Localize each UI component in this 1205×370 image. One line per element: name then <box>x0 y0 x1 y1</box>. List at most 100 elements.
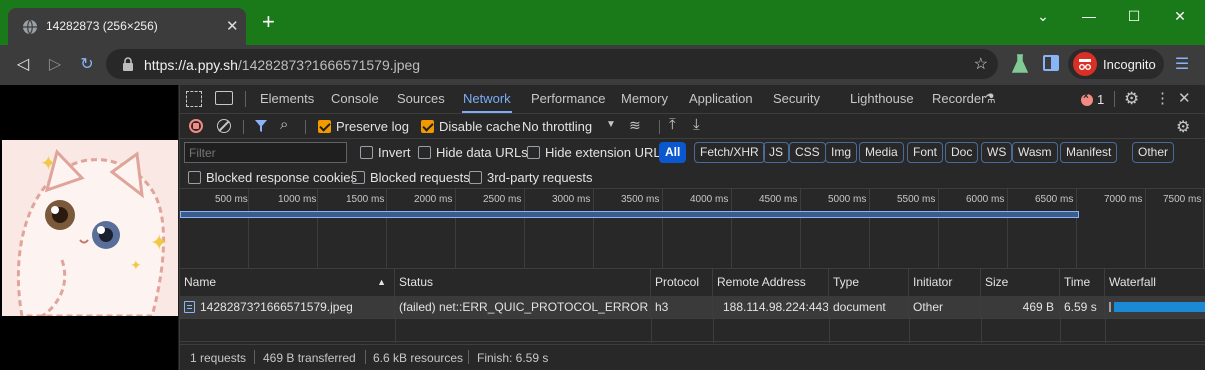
new-tab-icon[interactable]: + <box>262 10 275 34</box>
column-header-remote-address[interactable]: Remote Address <box>713 269 829 296</box>
type-filter-manifest[interactable]: Manifest <box>1060 142 1118 163</box>
type-filter-wasm[interactable]: Wasm <box>1012 142 1058 163</box>
more-options-icon[interactable]: ⋮ <box>1155 89 1170 107</box>
timeline-gridline <box>938 189 939 269</box>
export-har-icon[interactable]: ⤓ <box>693 116 700 133</box>
column-header-name[interactable]: Name ▲ <box>180 269 395 296</box>
tab-search-icon[interactable]: ⌄ <box>1033 8 1053 25</box>
type-filter-doc[interactable]: Doc <box>945 142 979 163</box>
preserve-log-label: Preserve log <box>336 119 409 134</box>
browser-tab[interactable]: 14282873 (256×256) ✕ <box>8 8 246 45</box>
request-remote-address: 188.114.98.224:443 <box>713 296 829 318</box>
type-filter-media[interactable]: Media <box>859 142 904 163</box>
request-name-cell[interactable]: 14282873?1666571579.jpeg <box>180 296 395 318</box>
type-filter-ws[interactable]: WS <box>981 142 1013 163</box>
timeline-gridline <box>1007 189 1008 269</box>
chevron-down-icon[interactable]: ▼ <box>606 119 616 130</box>
filter-icon[interactable] <box>254 119 268 133</box>
disable-cache-checkbox[interactable] <box>421 120 434 133</box>
timeline-request-bar <box>180 211 1079 218</box>
search-icon[interactable]: ⌕ <box>280 116 288 133</box>
timeline-tick-label: 4500 ms <box>759 194 798 205</box>
avatar-image: ✦ ✦ ✦ <box>2 140 178 316</box>
incognito-icon <box>1073 52 1097 76</box>
labs-flask-icon[interactable] <box>1011 54 1029 74</box>
document-icon <box>184 301 195 313</box>
third-party-requests-label: 3rd-party requests <box>487 170 593 185</box>
address-bar[interactable]: https://a.ppy.sh/14282873?1666571579.jpe… <box>106 49 998 79</box>
column-header-initiator[interactable]: Initiator <box>909 269 981 296</box>
tab-application[interactable]: Application <box>689 85 753 113</box>
close-devtools-icon[interactable]: ✕ <box>1178 89 1191 107</box>
maximize-icon[interactable]: ☐ <box>1124 8 1144 25</box>
type-filter-img[interactable]: Img <box>825 142 858 163</box>
tab-close-icon[interactable]: ✕ <box>226 17 239 35</box>
import-har-icon[interactable]: ⤒ <box>669 116 676 133</box>
forward-icon[interactable]: ▷ <box>44 54 66 76</box>
divider <box>243 120 244 134</box>
incognito-profile-button[interactable]: Incognito <box>1068 49 1164 79</box>
hide-data-urls-label: Hide data URLs <box>436 145 528 160</box>
timeline-gridline <box>1076 189 1077 269</box>
request-status: (failed) net::ERR_QUIC_PROTOCOL_ERROR <box>395 296 651 318</box>
type-filter-fetch-xhr[interactable]: Fetch/XHR <box>694 142 765 163</box>
back-icon[interactable]: ◁ <box>12 54 34 76</box>
summary-requests: 1 requests <box>190 351 247 365</box>
column-header-status[interactable]: Status <box>395 269 651 296</box>
blocked-response-cookies-label: Blocked response cookies <box>206 170 358 185</box>
hide-data-urls-checkbox[interactable] <box>418 146 431 159</box>
reload-icon[interactable]: ↻ <box>76 54 98 76</box>
incognito-label: Incognito <box>1103 57 1156 72</box>
timeline-gridline <box>317 189 318 269</box>
type-filter-font[interactable]: Font <box>907 142 944 163</box>
divider <box>365 350 366 364</box>
error-count[interactable]: 1 <box>1097 92 1104 107</box>
tab-memory[interactable]: Memory <box>621 85 668 113</box>
tab-network[interactable]: Network <box>462 85 512 113</box>
tab-title: 14282873 (256×256) <box>46 19 158 33</box>
preserve-log-checkbox[interactable] <box>318 120 331 133</box>
blocked-response-cookies-checkbox[interactable] <box>188 171 201 184</box>
side-panel-icon[interactable] <box>1043 55 1059 71</box>
tab-performance[interactable]: Performance <box>531 85 605 113</box>
tab-lighthouse[interactable]: Lighthouse <box>850 85 914 113</box>
error-icon: × <box>1081 91 1093 106</box>
svg-text:✦: ✦ <box>150 231 168 256</box>
blocked-requests-checkbox[interactable] <box>352 171 365 184</box>
column-header-waterfall[interactable]: Waterfall <box>1105 269 1205 296</box>
timeline-overview[interactable]: 500 ms 1000 ms 1500 ms 2000 ms 2500 ms 3… <box>180 189 1205 269</box>
device-toolbar-icon[interactable] <box>215 91 233 105</box>
invert-checkbox[interactable] <box>360 146 373 159</box>
settings-gear-icon[interactable]: ⚙ <box>1124 89 1139 109</box>
column-header-protocol[interactable]: Protocol <box>651 269 713 296</box>
filter-input[interactable] <box>184 142 347 163</box>
column-header-time[interactable]: Time <box>1060 269 1105 296</box>
tab-security[interactable]: Security <box>773 85 820 113</box>
minimize-icon[interactable]: — <box>1079 8 1099 24</box>
tab-divider <box>245 91 246 107</box>
column-header-type[interactable]: Type <box>829 269 909 296</box>
timeline-tick-label: 3500 ms <box>621 194 660 205</box>
record-icon[interactable] <box>189 119 203 133</box>
hide-extension-urls-checkbox[interactable] <box>527 146 540 159</box>
column-header-size[interactable]: Size <box>981 269 1060 296</box>
menu-icon[interactable]: ☰ <box>1171 54 1193 76</box>
type-filter-other[interactable]: Other <box>1132 142 1175 163</box>
inspect-element-icon[interactable] <box>186 91 202 107</box>
sort-ascending-icon: ▲ <box>377 277 386 287</box>
divider <box>468 350 469 364</box>
tab-sources[interactable]: Sources <box>397 85 445 113</box>
tab-console[interactable]: Console <box>331 85 379 113</box>
network-conditions-icon[interactable]: ≋ <box>629 117 641 134</box>
clear-icon[interactable] <box>217 119 231 133</box>
tab-recorder[interactable]: Recorder <box>932 85 985 113</box>
throttling-select[interactable]: No throttling <box>522 119 592 134</box>
tab-elements[interactable]: Elements <box>260 85 314 113</box>
close-window-icon[interactable]: ✕ <box>1170 8 1190 25</box>
bookmark-icon[interactable]: ☆ <box>974 54 988 74</box>
type-filter-all[interactable]: All <box>659 142 687 163</box>
third-party-requests-checkbox[interactable] <box>469 171 482 184</box>
network-settings-gear-icon[interactable]: ⚙ <box>1176 117 1190 137</box>
type-filter-css[interactable]: CSS <box>789 142 826 163</box>
type-filter-js[interactable]: JS <box>763 142 790 163</box>
